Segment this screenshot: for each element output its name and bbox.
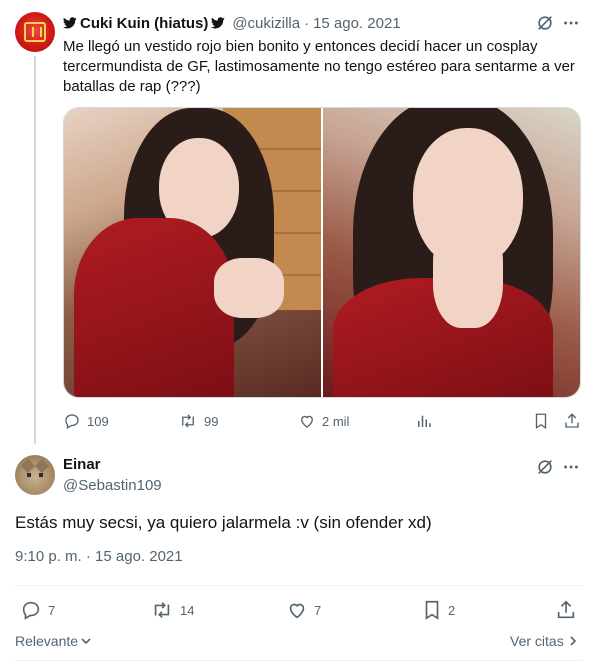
view-quotes-label: Ver citas — [510, 633, 564, 649]
reply-icon — [22, 601, 40, 620]
chevron-down-icon — [81, 638, 91, 645]
more-icon[interactable] — [561, 13, 581, 33]
tweet-actions: 109 99 2 mil — [63, 410, 581, 432]
author-handle[interactable]: @cukizilla — [232, 15, 300, 32]
retweet-icon — [154, 602, 170, 618]
reply-button[interactable]: 7 — [20, 598, 55, 622]
reply-button[interactable]: 109 — [63, 410, 109, 432]
reply-icon — [65, 414, 79, 429]
author-name[interactable]: Einar — [63, 456, 101, 473]
share-icon — [565, 413, 579, 428]
reply-count: 7 — [48, 602, 56, 618]
retweet-button[interactable]: 14 — [150, 598, 194, 622]
author-name[interactable]: Cuki Kuin (hiatus) — [80, 15, 208, 32]
retweet-count: 99 — [204, 413, 219, 429]
divider — [15, 660, 583, 661]
avatar[interactable] — [15, 12, 55, 52]
separator-dot: · — [304, 14, 310, 32]
tweet-timestamp[interactable]: 9:10 p. m. · 15 ago. 2021 — [15, 548, 183, 565]
share-icon — [557, 600, 575, 619]
divider — [15, 585, 583, 586]
photo-2[interactable] — [323, 108, 580, 397]
grok-icon[interactable] — [535, 13, 555, 33]
retweet-count: 14 — [180, 602, 195, 618]
media-grid — [63, 107, 581, 398]
tweet-header: Cuki Kuin (hiatus) @cukizilla · 15 ago. … — [63, 13, 401, 33]
tweet-actions: 7 14 7 2 — [15, 598, 583, 622]
like-button[interactable]: 2 mil — [298, 410, 349, 432]
retweet-button[interactable]: 99 — [178, 410, 218, 432]
heart-icon — [301, 415, 313, 428]
views-button[interactable] — [415, 410, 433, 432]
tweet-date[interactable]: 15 ago. 2021 — [313, 15, 401, 32]
sort-label: Relevante — [15, 633, 79, 649]
grok-icon[interactable] — [535, 457, 555, 477]
like-button[interactable]: 7 — [286, 598, 321, 622]
reply-count: 109 — [87, 413, 109, 429]
like-count: 2 mil — [322, 413, 350, 429]
heart-icon — [289, 603, 305, 619]
retweet-icon — [182, 414, 194, 428]
bookmark-icon — [425, 600, 439, 620]
bookmark-icon — [535, 413, 547, 430]
tweet-text: Me llegó un vestido rojo bien bonito y e… — [63, 38, 575, 95]
avatar[interactable] — [15, 455, 55, 495]
share-button[interactable] — [563, 410, 581, 432]
view-quotes-link[interactable]: Ver citas — [510, 633, 578, 649]
more-icon[interactable] — [561, 457, 581, 477]
thread-line — [34, 56, 36, 444]
photo-1[interactable] — [64, 108, 321, 397]
like-count: 7 — [314, 602, 322, 618]
author-handle[interactable]: @Sebastin109 — [63, 477, 162, 494]
twitter-bird-icon — [211, 17, 226, 29]
sort-dropdown[interactable]: Relevante — [15, 633, 92, 649]
views-icon — [418, 415, 431, 427]
bookmark-count: 2 — [448, 602, 456, 618]
tweet-text: Estás muy secsi, ya quiero jalarmela :v … — [15, 513, 432, 532]
share-button[interactable] — [555, 598, 577, 622]
bookmark-button[interactable]: 2 — [422, 598, 455, 622]
twitter-bird-icon — [63, 17, 77, 29]
chevron-right-icon — [570, 636, 576, 646]
bookmark-button[interactable] — [533, 410, 549, 432]
